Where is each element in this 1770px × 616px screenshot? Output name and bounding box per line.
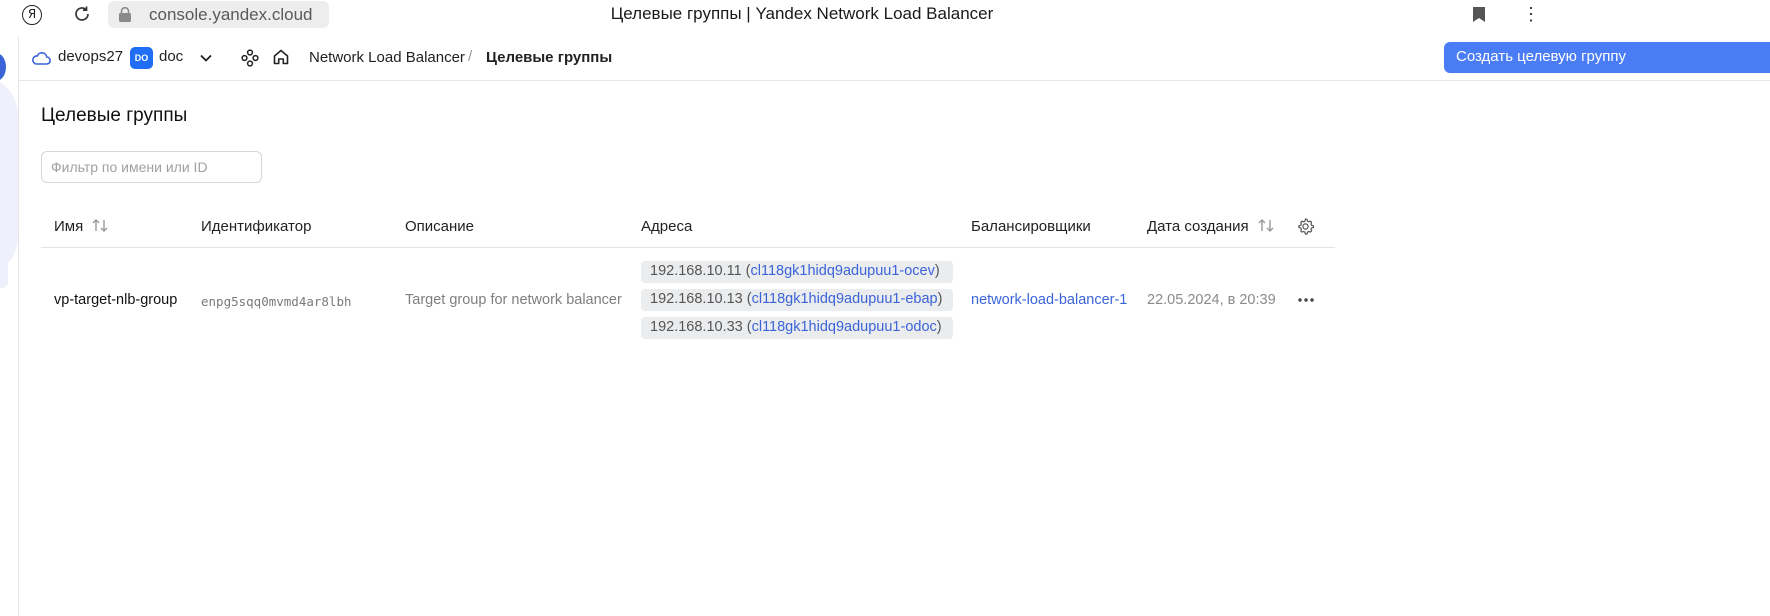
browser-menu-icon[interactable]: ⋮ [1522,5,1540,24]
sort-icon[interactable] [92,219,108,232]
column-header-id: Идентификатор [201,218,312,235]
home-icon[interactable] [272,48,290,66]
address-ip: 192.168.10.11 [650,263,742,279]
address-chip: 192.168.10.13 (cl118gk1hidq9adupuu1-ebap… [641,289,953,311]
column-header-name[interactable]: Имя [54,218,108,235]
cloud-name[interactable]: devops27 [58,48,123,65]
more-actions-icon[interactable] [1297,293,1315,307]
left-navigation-rail [0,36,19,616]
column-header-balancers: Балансировщики [971,218,1091,235]
address-ip: 192.168.10.13 [650,291,743,307]
row-name[interactable]: vp-target-nlb-group [54,292,177,308]
folder-badge: DO [130,47,153,69]
page-heading: Целевые группы [41,105,188,126]
filter-input[interactable] [41,151,262,183]
address-chip: 192.168.10.33 (cl118gk1hidq9adupuu1-odoc… [641,317,953,339]
address-ip: 192.168.10.33 [650,319,743,335]
bookmark-icon[interactable] [1472,6,1486,23]
address-list: 192.168.10.11 (cl118gk1hidq9adupuu1-ocev… [641,261,953,345]
column-header-addresses: Адреса [641,218,693,235]
browser-toolbar: Я console.yandex.cloud Целевые группы | … [0,0,1770,31]
breadcrumb-network-load-balancer[interactable]: Network Load Balancer [309,49,465,66]
page-title: Целевые группы | Yandex Network Load Bal… [610,4,994,23]
console-header: devops27 DO doc Network Load Balancer / … [19,36,1770,81]
table-header: Имя Идентификатор Описание Адреса Баланс… [41,205,1335,248]
cloud-icon [32,52,51,65]
row-description: Target group for network balancer [405,292,622,308]
column-name-label: Имя [54,218,84,235]
row-created-date: 22.05.2024, в 20:39 [1147,292,1276,308]
rail-logo-icon[interactable] [0,53,6,81]
address-instance-link[interactable]: cl118gk1hidq9adupuu1-ocev [751,263,935,279]
breadcrumb-target-groups: Целевые группы [486,49,613,66]
create-target-group-button[interactable]: Создать целевую группу [1444,42,1770,73]
breadcrumb-separator: / [468,48,473,65]
address-instance-link[interactable]: cl118gk1hidq9adupuu1-ebap [752,291,938,307]
address-chip: 192.168.10.11 (cl118gk1hidq9adupuu1-ocev… [641,261,953,283]
rail-background-shape [0,76,18,276]
balancer-link[interactable]: network-load-balancer-1 [971,292,1127,308]
column-header-description: Описание [405,218,475,235]
column-header-created[interactable]: Дата создания [1147,218,1274,235]
target-groups-table: Имя Идентификатор Описание Адреса Баланс… [41,205,1335,352]
folder-name[interactable]: doc [159,48,183,65]
sort-icon[interactable] [1258,219,1274,232]
table-row[interactable]: vp-target-nlb-group enpg5sqq0mvmd4ar8lbh… [41,248,1335,352]
address-instance-link[interactable]: cl118gk1hidq9adupuu1-odoc [752,319,937,335]
rail-active-item[interactable] [0,248,8,288]
chevron-down-icon[interactable] [199,51,213,65]
services-icon[interactable] [241,49,259,67]
gear-icon[interactable] [1296,217,1315,236]
column-created-label: Дата создания [1147,218,1249,235]
row-id: enpg5sqq0mvmd4ar8lbh [201,294,352,309]
